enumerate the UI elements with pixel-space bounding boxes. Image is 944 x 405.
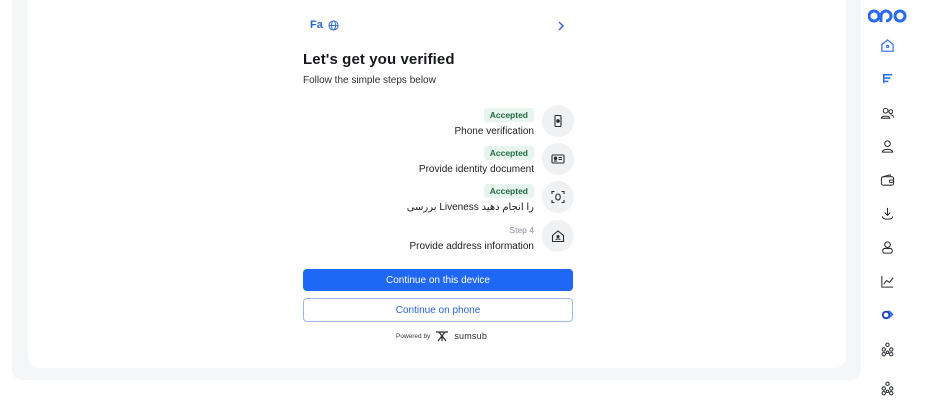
status-badge: Accepted (483, 184, 534, 198)
face-scan-icon (551, 190, 565, 204)
step-number: Step 4 (509, 225, 534, 235)
step-phone-verification[interactable]: Accepted Phone verification (360, 105, 574, 139)
chevron-right-icon[interactable] (555, 20, 567, 32)
sidebar-wallet-icon[interactable] (878, 171, 896, 189)
provider-name: sumsub (454, 331, 488, 341)
step-icon-circle (542, 105, 574, 137)
language-label: Fa (310, 19, 323, 31)
step-label: بررسی Liveness را انجام دهید (406, 202, 534, 213)
language-switcher[interactable]: Fa (310, 19, 339, 31)
sidebar-profile-icon[interactable] (878, 238, 896, 256)
sidebar-network-icon[interactable] (878, 340, 896, 358)
step-identity-document[interactable]: Accepted Provide identity document (360, 143, 574, 177)
status-badge: Accepted (483, 146, 534, 160)
globe-icon (328, 19, 339, 31)
sidebar-user-icon[interactable] (878, 137, 896, 155)
step-address-information[interactable]: Step 4 Provide address information (360, 220, 574, 254)
page-subtitle: Follow the simple steps below (303, 75, 436, 86)
step-label: Provide address information (409, 241, 534, 252)
powered-by-label: Powered by (396, 332, 431, 340)
sidebar-network-icon-2[interactable] (878, 379, 896, 397)
sidebar-exchange-icon[interactable] (878, 305, 896, 323)
step-label: Phone verification (454, 126, 535, 137)
continue-on-phone-button[interactable]: Continue on phone (303, 298, 573, 322)
id-card-icon (551, 154, 565, 164)
sidebar-stream-icon[interactable] (878, 69, 896, 87)
sidebar-users-icon[interactable] (878, 104, 896, 122)
step-label: Provide identity document (418, 164, 534, 175)
powered-by-sumsub: Powered by sumsub (396, 330, 487, 342)
sidebar-home-icon[interactable] (878, 36, 896, 54)
sumsub-logo-icon (436, 331, 449, 342)
brand-logo-icon[interactable] (868, 8, 908, 24)
step-icon-circle (542, 143, 574, 175)
page-title: Let's get you verified (303, 51, 455, 68)
step-liveness[interactable]: Accepted بررسی Liveness را انجام دهید (360, 181, 574, 215)
step-icon-circle (542, 220, 574, 252)
phone-icon (554, 114, 562, 128)
status-badge: Accepted (483, 108, 534, 122)
continue-on-this-device-button[interactable]: Continue on this device (303, 269, 573, 291)
sidebar-download-icon[interactable] (878, 204, 896, 222)
home-icon (551, 230, 565, 243)
step-icon-circle (542, 181, 574, 213)
sidebar-chart-line-icon[interactable] (878, 272, 896, 290)
